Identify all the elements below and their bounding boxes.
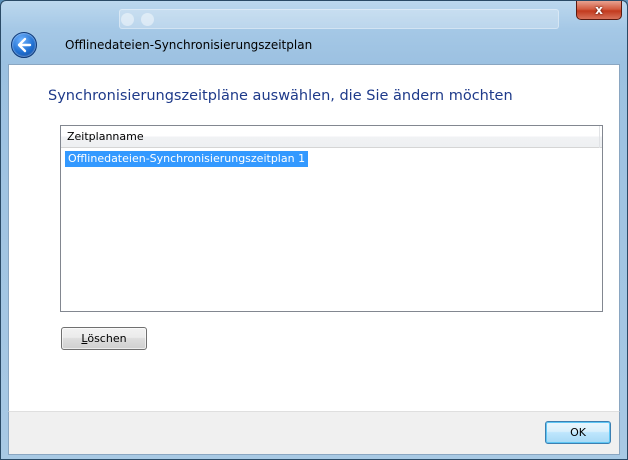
back-arrow-icon bbox=[17, 37, 32, 53]
close-icon: x bbox=[595, 3, 603, 17]
background-nav-dot bbox=[141, 13, 154, 26]
background-address-bar bbox=[119, 9, 559, 29]
close-button[interactable]: x bbox=[576, 1, 622, 20]
instruction-heading: Synchronisierungszeitpläne auswählen, di… bbox=[48, 88, 513, 104]
window-title: Offlinedateien-Synchronisierungszeitplan bbox=[65, 38, 313, 52]
column-header-schedule-name[interactable]: Zeitplanname bbox=[61, 126, 600, 148]
title-header: Offlinedateien-Synchronisierungszeitplan bbox=[1, 29, 627, 64]
dialog-window: x Offlinedateien-Synchronisierungszeitpl… bbox=[0, 0, 628, 460]
delete-button-label: öschen bbox=[87, 332, 127, 345]
ok-button[interactable]: OK bbox=[545, 421, 611, 444]
delete-button[interactable]: Löschen bbox=[61, 327, 147, 350]
background-nav-dot bbox=[121, 13, 134, 26]
schedule-list[interactable]: Zeitplanname Offlinedateien-Synchronisie… bbox=[60, 125, 603, 312]
content-panel: Synchronisierungszeitpläne auswählen, di… bbox=[8, 64, 620, 411]
footer-bar: OK bbox=[8, 411, 620, 455]
list-header: Zeitplanname bbox=[61, 126, 602, 148]
list-item[interactable]: Offlinedateien-Synchronisierungszeitplan… bbox=[65, 151, 309, 167]
back-button[interactable] bbox=[11, 32, 37, 58]
